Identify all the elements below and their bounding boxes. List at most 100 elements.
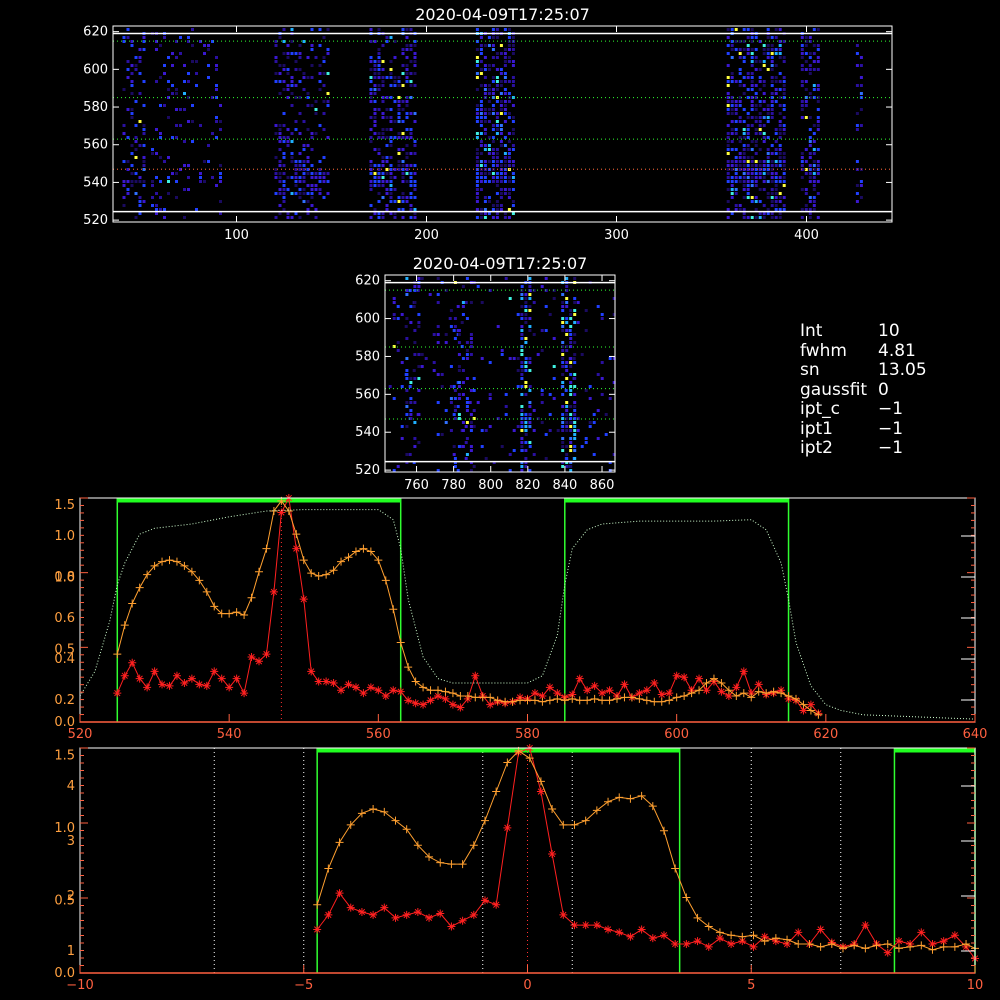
heatmap-pixel xyxy=(408,453,412,456)
heatmap-pixel xyxy=(318,64,322,67)
heatmap-pixel xyxy=(457,341,461,344)
heatmap-pixel xyxy=(385,188,389,191)
heatmap-pixel xyxy=(565,333,569,336)
heatmap-pixel xyxy=(561,325,565,328)
heatmap-pixel xyxy=(483,68,487,71)
heatmap-pixel xyxy=(491,92,495,95)
heatmap-pixel xyxy=(528,421,532,424)
heatmap-pixel xyxy=(142,180,146,183)
heatmap-pixel xyxy=(855,44,859,47)
heatmap-pixel xyxy=(405,277,409,280)
heatmap-pixel xyxy=(491,128,495,131)
heatmap-pixel xyxy=(491,204,495,207)
heatmap-pixel xyxy=(750,84,754,87)
star-marker xyxy=(277,508,286,517)
heatmap-pixel xyxy=(381,172,385,175)
heatmap-pixel xyxy=(859,84,863,87)
star-marker xyxy=(391,913,400,922)
plus-marker xyxy=(369,804,378,813)
heatmap-pixel xyxy=(475,180,479,183)
heatmap-pixel xyxy=(405,68,409,71)
heatmap-pixel xyxy=(159,76,162,79)
heatmap-pixel xyxy=(461,381,465,384)
heatmap-pixel xyxy=(491,76,495,79)
heatmap-pixel xyxy=(812,196,816,199)
heatmap-pixel xyxy=(130,72,134,75)
heatmap-pixel xyxy=(464,301,468,304)
heatmap-pixel xyxy=(126,76,130,79)
heatmap-pixel xyxy=(472,465,476,468)
heatmap-pixel xyxy=(565,305,569,308)
heatmap-pixel xyxy=(524,385,528,388)
heatmap-pixel xyxy=(207,48,210,51)
heatmap-pixel xyxy=(306,192,310,195)
heatmap-pixel xyxy=(142,132,146,135)
heatmap-pixel xyxy=(314,132,318,135)
heatmap-pixel xyxy=(381,216,385,219)
heatmap-pixel xyxy=(326,72,330,75)
star-marker xyxy=(492,900,501,909)
heatmap-pixel xyxy=(278,140,282,143)
heatmap-pixel xyxy=(500,349,504,352)
heatmap-pixel xyxy=(413,421,417,424)
heatmap-pixel xyxy=(138,144,142,147)
heatmap-pixel xyxy=(385,76,389,79)
heatmap-pixel xyxy=(782,180,786,183)
heatmap-pixel xyxy=(278,212,282,215)
heatmap-pixel xyxy=(138,180,142,183)
heatmap-pixel xyxy=(282,64,286,67)
heatmap-pixel xyxy=(413,212,417,215)
heatmap-pixel xyxy=(130,144,134,147)
heatmap-pixel xyxy=(580,445,584,448)
heatmap-pixel xyxy=(816,88,820,91)
heatmap-pixel xyxy=(573,321,577,324)
heatmap-pixel xyxy=(413,84,417,87)
heatmap-pixel xyxy=(572,357,576,360)
heatmap-pixel xyxy=(746,132,750,135)
heatmap-pixel xyxy=(274,60,278,63)
heatmap-pixel xyxy=(511,48,515,51)
heatmap-pixel xyxy=(420,365,424,368)
heatmap-pixel xyxy=(461,421,465,424)
heatmap-pixel xyxy=(278,164,282,167)
heatmap-pixel xyxy=(381,164,385,167)
plus-marker xyxy=(313,900,322,909)
heatmap-pixel xyxy=(381,76,385,79)
heatmap-pixel xyxy=(808,56,812,59)
heatmap-pixel xyxy=(528,285,532,288)
heatmap-pixel xyxy=(726,176,730,179)
heatmap-pixel xyxy=(479,36,483,39)
plus-marker xyxy=(441,687,450,696)
heatmap-pixel xyxy=(401,216,405,219)
heatmap-pixel xyxy=(730,104,734,107)
heatmap-pixel xyxy=(528,405,532,408)
heatmap-pixel xyxy=(742,144,746,147)
heatmap-pixel xyxy=(573,333,577,336)
heatmap-pixel xyxy=(520,393,524,396)
heatmap-pixel xyxy=(465,357,469,360)
heatmap-pixel xyxy=(397,164,401,167)
heatmap-pixel xyxy=(274,124,278,127)
heatmap-pixel xyxy=(766,136,770,139)
heatmap-pixel xyxy=(373,132,377,135)
heatmap-pixel xyxy=(503,100,507,103)
heatmap-pixel xyxy=(405,453,409,456)
heatmap-pixel xyxy=(479,120,483,123)
heatmap-pixel xyxy=(389,156,393,159)
heatmap-pixel xyxy=(774,88,778,91)
heatmap-pixel xyxy=(397,148,401,151)
heatmap-pixel xyxy=(528,369,532,372)
heatmap-pixel xyxy=(746,148,750,151)
heatmap-pixel xyxy=(758,132,762,135)
heatmap-pixel xyxy=(405,144,409,147)
heatmap-pixel xyxy=(405,44,409,47)
heatmap-pixel xyxy=(569,333,573,336)
heatmap-pixel xyxy=(479,72,483,75)
heatmap-pixel xyxy=(457,413,461,416)
plus-marker xyxy=(794,939,803,948)
heatmap-pixel xyxy=(800,44,804,47)
heatmap-pixel xyxy=(573,429,577,432)
heatmap-pixel xyxy=(808,116,812,119)
heatmap-pixel xyxy=(491,136,495,139)
heatmap-pixel xyxy=(499,80,503,83)
